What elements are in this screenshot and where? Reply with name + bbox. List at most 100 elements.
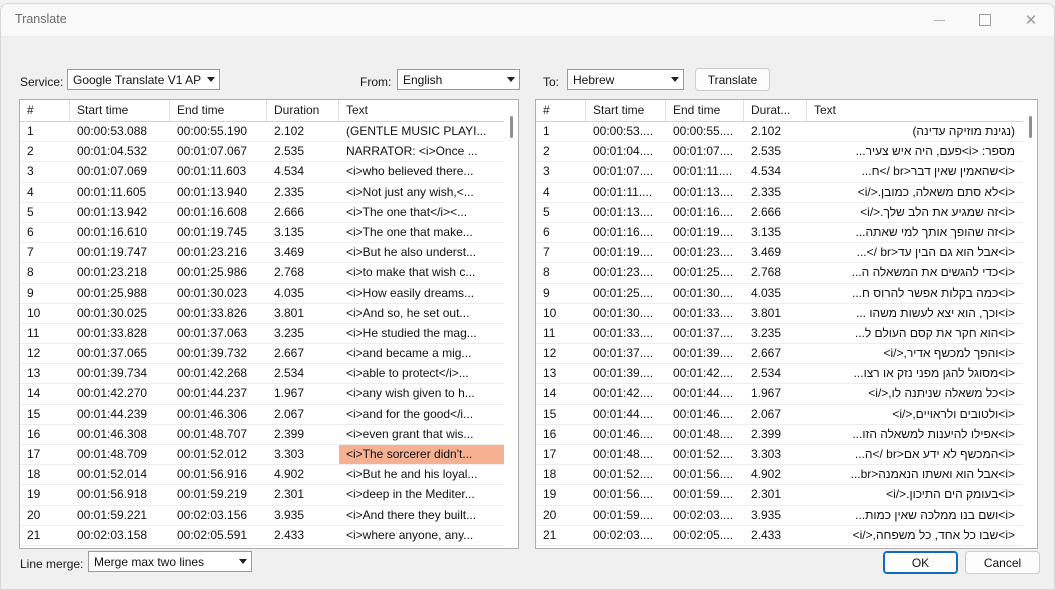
cell-start-time: 00:01:30.025	[77, 305, 148, 320]
cell-start-time: 00:02:03....	[593, 527, 654, 542]
target-subtitle-grid[interactable]: # Start time End time Durat... Text 1 00:…	[535, 99, 1038, 549]
chevron-down-icon	[202, 77, 219, 82]
line-merge-select[interactable]: Merge max two lines	[88, 551, 252, 572]
minimize-button[interactable]	[916, 4, 962, 36]
from-language-select[interactable]: English	[397, 69, 520, 90]
table-row[interactable]: 15 00:01:44.239 00:01:46.306 2.067 <i>and fo…	[20, 405, 518, 425]
table-row[interactable]: 8 00:01:23.... 00:01:25.... 2.768 <i>כדי להג…	[536, 263, 1037, 284]
cell-duration: 3.801	[274, 305, 305, 320]
table-row[interactable]: 1 00:00:53.... 00:00:55.... 2.102 (נגינת מוז…	[536, 122, 1037, 143]
col-header-start[interactable]: Start time	[586, 100, 666, 121]
table-row[interactable]: 19 00:01:56.918 00:01:59.219 2.301 <i>deep i…	[20, 485, 518, 506]
cell-index: 21	[27, 527, 41, 542]
col-header-text[interactable]: Text	[339, 100, 504, 121]
table-row[interactable]: 10 00:01:30.... 00:01:33.... 3.801 <i>וכך, ה…	[536, 304, 1037, 324]
table-row[interactable]: 2 00:01:04.... 00:01:07.... 2.535 מספר: <i>פ…	[536, 142, 1037, 163]
table-row[interactable]: 14 00:01:42.... 00:01:44.... 1.967 <i>כל משא…	[536, 384, 1037, 405]
target-grid-scrollbar[interactable]	[1023, 100, 1037, 548]
table-row[interactable]: 6 00:01:16.... 00:01:19.... 3.135 <i>זה שהופ…	[536, 223, 1037, 244]
table-row[interactable]: 4 00:01:11.... 00:01:13.... 2.335 <i>לא סתם …	[536, 183, 1037, 203]
cell-end-time: 00:01:33....	[673, 305, 734, 320]
scrollbar-thumb[interactable]	[510, 116, 513, 138]
table-row[interactable]: 20 00:01:59.... 00:02:03.... 3.935 <i>ושם בנ…	[536, 506, 1037, 526]
window-controls: ✕	[916, 4, 1054, 36]
translate-button[interactable]: Translate	[695, 68, 770, 91]
table-row[interactable]: 3 00:01:07.069 00:01:11.603 4.534 <i>who bel…	[20, 162, 518, 183]
cell-start-time: 00:01:44.239	[77, 406, 148, 421]
cell-duration: 2.399	[751, 426, 782, 441]
cell-duration: 3.303	[274, 447, 305, 461]
line-merge-label: Line merge:	[20, 557, 84, 571]
table-row[interactable]: 5 00:01:13.... 00:01:16.... 2.666 <i>זה שמגי…	[536, 203, 1037, 223]
col-header-end[interactable]: End time	[170, 100, 267, 121]
table-row[interactable]: 10 00:01:30.025 00:01:33.826 3.801 <i>And so…	[20, 304, 518, 324]
table-row[interactable]: 7 00:01:19.747 00:01:23.216 3.469 <i>But he …	[20, 243, 518, 264]
table-row[interactable]: 21 00:02:03.... 00:02:05.... 2.433 <i>שבו כל…	[536, 526, 1037, 546]
table-row[interactable]: 8 00:01:23.218 00:01:25.986 2.768 <i>to make…	[20, 263, 518, 284]
table-row[interactable]: 7 00:01:19.... 00:01:23.... 3.469 <i>אבל הוא…	[536, 243, 1037, 264]
source-grid-scrollbar[interactable]	[504, 100, 518, 548]
cell-start-time: 00:01:46....	[593, 426, 654, 441]
table-row[interactable]: 2 00:01:04.532 00:01:07.067 2.535 NARRATOR: …	[20, 142, 518, 163]
cancel-button[interactable]: Cancel	[965, 551, 1040, 574]
table-row[interactable]: 18 00:01:52.014 00:01:56.916 4.902 <i>But he…	[20, 465, 518, 486]
to-language-select[interactable]: Hebrew	[567, 69, 684, 90]
table-row[interactable]: 12 00:01:37.065 00:01:39.732 2.667 <i>and be…	[20, 344, 518, 365]
ok-button[interactable]: OK	[883, 551, 958, 574]
cell-text: <i>The one that make...	[346, 224, 473, 239]
table-row[interactable]: 12 00:01:37.... 00:01:39.... 2.667 <i>והפך ל…	[536, 344, 1037, 365]
table-row[interactable]: 11 00:01:33.... 00:01:37.... 3.235 <i>הוא חק…	[536, 324, 1037, 345]
table-row[interactable]: 21 00:02:03.158 00:02:05.591 2.433 <i>where …	[20, 526, 518, 546]
cell-text: <i>The sorcerer didn't...	[339, 445, 504, 465]
table-row[interactable]: 18 00:01:52.... 00:01:56.... 4.902 <i>אבל הו…	[536, 465, 1037, 486]
cell-duration: 2.534	[751, 366, 782, 381]
cell-start-time: 00:01:07.069	[77, 164, 148, 179]
cell-duration: 3.801	[751, 305, 782, 320]
table-row[interactable]: 9 00:01:25.988 00:01:30.023 4.035 <i>How eas…	[20, 284, 518, 304]
cell-duration: 2.535	[274, 144, 305, 159]
table-row[interactable]: 15 00:01:44.... 00:01:46.... 2.067 <i>ולטובי…	[536, 405, 1037, 425]
cell-start-time: 00:01:25....	[593, 285, 654, 300]
cell-text: <i>where anyone, any...	[346, 527, 474, 542]
table-row[interactable]: 17 00:01:48.... 00:01:52.... 3.303 <i>המכשף …	[536, 445, 1037, 466]
scrollbar-thumb[interactable]	[1029, 116, 1032, 138]
col-header-index[interactable]: #	[536, 100, 586, 121]
table-row[interactable]: 13 00:01:39.... 00:01:42.... 2.534 <i>מסוגל …	[536, 364, 1037, 385]
table-row[interactable]: 6 00:01:16.610 00:01:19.745 3.135 <i>The one…	[20, 223, 518, 244]
cell-start-time: 00:01:37.065	[77, 346, 148, 361]
close-button[interactable]: ✕	[1008, 4, 1054, 36]
source-subtitle-grid[interactable]: # Start time End time Duration Text 1 00:…	[19, 99, 519, 549]
cell-start-time: 00:01:42....	[593, 386, 654, 401]
service-select[interactable]: Google Translate V1 API	[67, 69, 220, 90]
table-row[interactable]: 5 00:01:13.942 00:01:16.608 2.666 <i>The one…	[20, 203, 518, 223]
col-header-duration[interactable]: Duration	[267, 100, 339, 121]
col-header-duration[interactable]: Durat...	[744, 100, 807, 121]
table-row[interactable]: 16 00:01:46.308 00:01:48.707 2.399 <i>even g…	[20, 425, 518, 445]
table-row[interactable]: 17 00:01:48.709 00:01:52.012 3.303 <i>The so…	[20, 445, 518, 466]
to-label: To:	[543, 75, 560, 89]
table-row[interactable]: 9 00:01:25.... 00:01:30.... 4.035 <i>כמה בקל…	[536, 284, 1037, 304]
cell-index: 15	[543, 406, 557, 421]
cell-text: <i>How easily dreams...	[346, 285, 475, 300]
table-row[interactable]: 3 00:01:07.... 00:01:11.... 4.534 <i>שהאמין …	[536, 162, 1037, 183]
col-header-index[interactable]: #	[20, 100, 70, 121]
table-row[interactable]: 1 00:00:53.088 00:00:55.190 2.102 (GENTLE MU…	[20, 122, 518, 143]
cell-index: 17	[543, 447, 557, 461]
col-header-text[interactable]: Text	[807, 100, 1023, 121]
cell-index: 14	[27, 386, 41, 401]
table-row[interactable]: 4 00:01:11.605 00:01:13.940 2.335 <i>Not jus…	[20, 183, 518, 203]
table-row[interactable]: 13 00:01:39.734 00:01:42.268 2.534 <i>able t…	[20, 364, 518, 385]
table-row[interactable]: 14 00:01:42.270 00:01:44.237 1.967 <i>any wi…	[20, 384, 518, 405]
table-row[interactable]: 16 00:01:46.... 00:01:48.... 2.399 <i>אפילו …	[536, 425, 1037, 445]
table-row[interactable]: 19 00:01:56.... 00:01:59.... 2.301 <i>בעומק …	[536, 485, 1037, 506]
cell-duration: 3.935	[274, 507, 305, 522]
cell-duration: 2.335	[751, 184, 782, 199]
col-header-end[interactable]: End time	[666, 100, 744, 121]
cell-text: <i>כל משאלה שניתנה לו,</i>	[868, 386, 1015, 401]
table-row[interactable]: 11 00:01:33.828 00:01:37.063 3.235 <i>He stu…	[20, 324, 518, 345]
maximize-button[interactable]	[962, 4, 1008, 36]
col-header-start[interactable]: Start time	[70, 100, 170, 121]
table-row[interactable]: 20 00:01:59.221 00:02:03.156 3.935 <i>And th…	[20, 506, 518, 526]
cell-start-time: 00:01:19....	[593, 245, 654, 260]
cell-start-time: 00:01:44....	[593, 406, 654, 421]
